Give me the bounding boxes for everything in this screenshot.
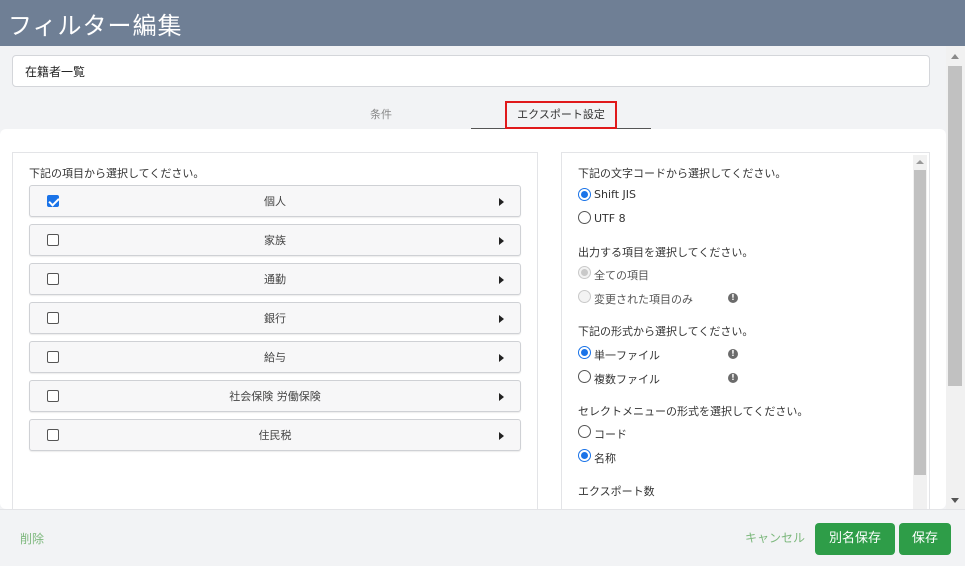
caret-right-icon [499, 393, 504, 401]
radio-shift-jis[interactable] [578, 188, 591, 201]
caret-right-icon [499, 198, 504, 206]
category-label: 通勤 [264, 273, 286, 286]
dialog-footer: 削除 キャンセル 別名保存 保存 [0, 509, 965, 566]
caret-right-icon [499, 354, 504, 362]
scroll-up-icon[interactable] [916, 160, 924, 164]
export-options-panel: 下記の文字コードから選択してください。 Shift JIS UTF 8 出力する… [561, 152, 930, 512]
radio-all-items[interactable] [578, 266, 591, 279]
category-row-salary[interactable]: 給与 [29, 341, 521, 373]
tab-conditions[interactable]: 条件 [291, 100, 471, 130]
radio-name[interactable] [578, 449, 591, 462]
filter-name-input[interactable] [12, 55, 930, 87]
category-panel: 下記の項目から選択してください。 個人 家族 通勤 銀行 給与 社会保険 労働保… [12, 152, 538, 512]
radio-single-file[interactable] [578, 346, 591, 359]
info-icon[interactable]: ! [728, 293, 738, 303]
scrollbar-thumb[interactable] [948, 66, 962, 386]
category-row-family[interactable]: 家族 [29, 224, 521, 256]
category-row-bank[interactable]: 銀行 [29, 302, 521, 334]
radio-label: コード [594, 428, 627, 441]
caret-right-icon [499, 237, 504, 245]
items-heading: 出力する項目を選択してください。 [578, 246, 754, 259]
category-row-insurance[interactable]: 社会保険 労働保険 [29, 380, 521, 412]
dialog-header: フィルター編集 [0, 0, 965, 46]
caret-right-icon [499, 315, 504, 323]
radio-changed-items[interactable] [578, 290, 591, 303]
radio-label: 変更された項目のみ [594, 293, 693, 306]
cancel-button[interactable]: キャンセル [745, 529, 805, 546]
dialog-title: フィルター編集 [8, 12, 183, 40]
caret-right-icon [499, 432, 504, 440]
scroll-up-icon[interactable] [951, 54, 959, 59]
scrollbar-thumb[interactable] [914, 170, 926, 475]
save-as-button[interactable]: 別名保存 [815, 523, 895, 555]
info-icon[interactable]: ! [728, 349, 738, 359]
scroll-down-icon[interactable] [951, 498, 959, 503]
category-label: 銀行 [264, 312, 286, 325]
category-label: 社会保険 労働保険 [229, 390, 321, 403]
radio-label: UTF 8 [594, 212, 626, 225]
tab-export-settings[interactable]: エクスポート設定 [471, 100, 651, 130]
options-scrollbar[interactable] [913, 155, 927, 512]
radio-label: Shift JIS [594, 188, 636, 201]
page-scrollbar[interactable] [946, 46, 965, 509]
export-count-heading: エクスポート数 [578, 485, 655, 498]
category-row-resident-tax[interactable]: 住民税 [29, 419, 521, 451]
info-icon[interactable]: ! [728, 373, 738, 383]
select-menu-heading: セレクトメニューの形式を選択してください。 [578, 405, 809, 418]
format-heading: 下記の形式から選択してください。 [578, 325, 754, 338]
delete-button[interactable]: 削除 [20, 530, 44, 547]
category-label: 給与 [264, 351, 286, 364]
radio-label: 全ての項目 [594, 269, 649, 282]
save-button[interactable]: 保存 [899, 523, 951, 555]
category-label: 家族 [264, 234, 286, 247]
category-row-personal[interactable]: 個人 [29, 185, 521, 217]
radio-label: 単一ファイル [594, 349, 660, 362]
tab-export-settings-label: エクスポート設定 [505, 101, 617, 129]
radio-code[interactable] [578, 425, 591, 438]
category-label: 個人 [264, 195, 286, 208]
category-row-commute[interactable]: 通勤 [29, 263, 521, 295]
radio-label: 名称 [594, 452, 616, 465]
radio-multiple-files[interactable] [578, 370, 591, 383]
category-label: 住民税 [258, 429, 292, 442]
charset-heading: 下記の文字コードから選択してください。 [578, 167, 787, 180]
radio-label: 複数ファイル [594, 373, 660, 386]
caret-right-icon [499, 276, 504, 284]
category-heading: 下記の項目から選択してください。 [29, 167, 205, 180]
radio-utf8[interactable] [578, 211, 591, 224]
